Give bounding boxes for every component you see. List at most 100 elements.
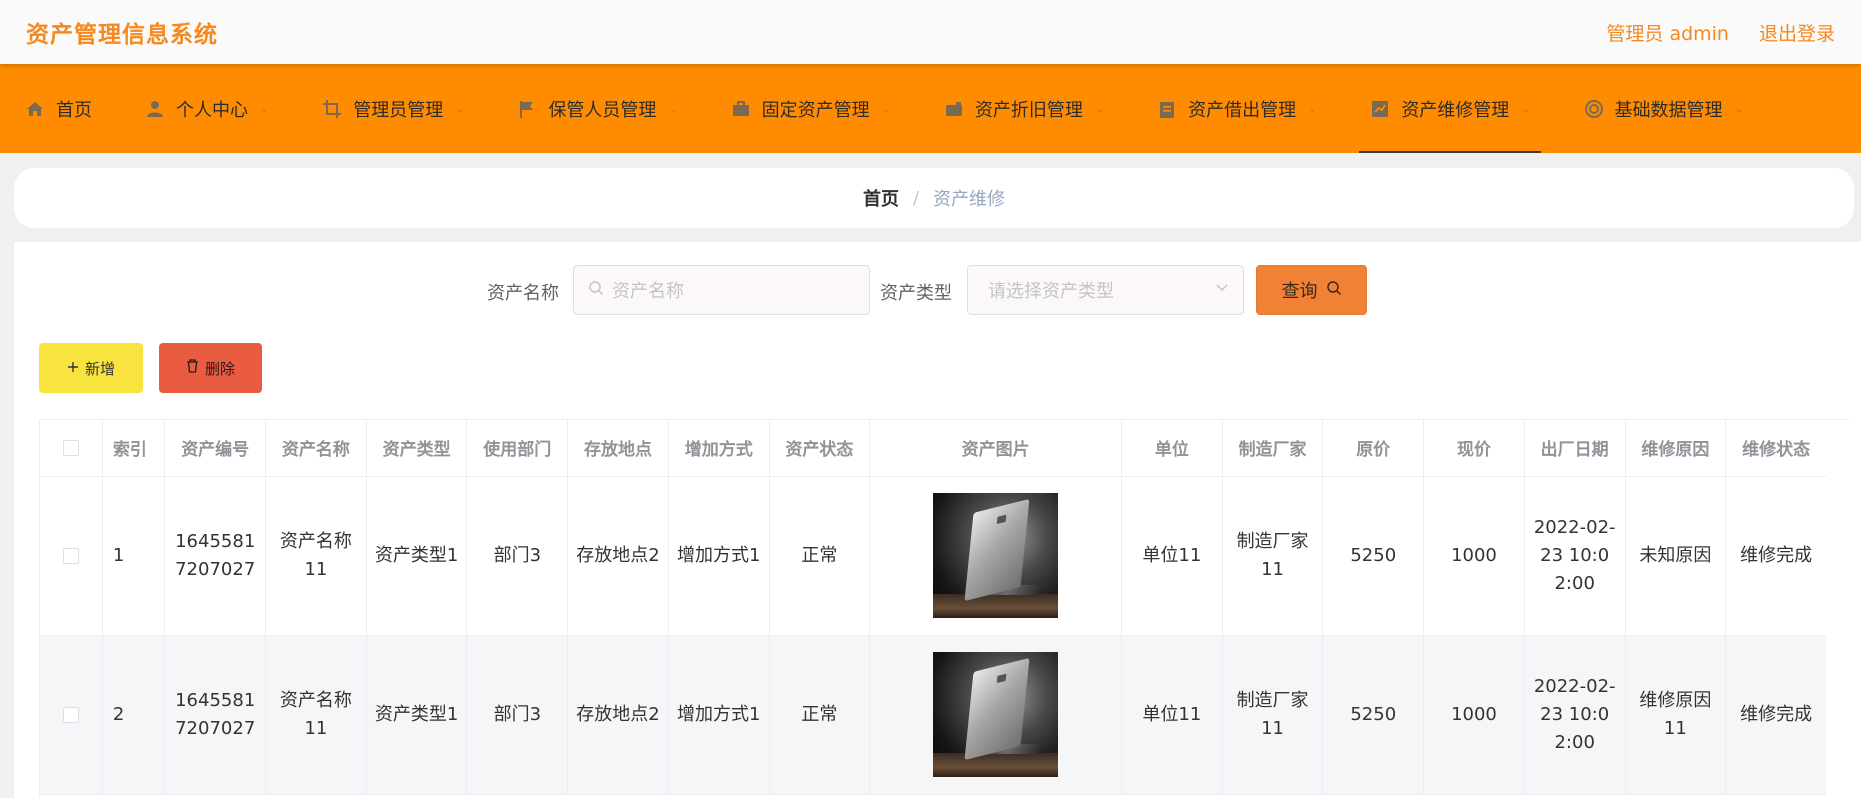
nav-label: 资产借出管理	[1188, 99, 1297, 121]
nav-item-repair-manage[interactable]: 资产维修管理 ⌄	[1359, 64, 1541, 153]
cell-cur-price: 1000	[1423, 476, 1525, 636]
nav-item-admin-manage[interactable]: 管理员管理 ⌄	[311, 64, 474, 153]
nav-label: 首页	[56, 99, 92, 121]
column-header: 索引	[102, 420, 166, 477]
asset-type-placeholder: 请选择资产类型	[988, 281, 1114, 302]
app-title: 资产管理信息系统	[26, 22, 218, 48]
cell-type: 资产类型1	[366, 476, 468, 636]
nav-item-personal-center[interactable]: 个人中心 ⌄	[134, 64, 279, 153]
nav-item-home[interactable]: 首页	[14, 64, 102, 153]
chevron-down-icon: ⌄	[881, 102, 891, 115]
briefcase-icon	[730, 98, 752, 120]
column-header: 维修状态	[1725, 420, 1827, 477]
chevron-down-icon: ⌄	[455, 102, 465, 115]
nav-item-base-data-manage[interactable]: 基础数据管理 ⌄	[1573, 64, 1754, 153]
home-icon	[24, 98, 46, 120]
nav-label: 资产维修管理	[1401, 99, 1510, 121]
cell-name: 资产名称11	[265, 476, 367, 636]
search-icon	[588, 280, 604, 301]
cell-code: 16455817207027	[164, 476, 267, 636]
logout-link[interactable]: 退出登录	[1759, 19, 1835, 46]
table-row: 2 16455817207027 资产名称11 资产类型1 部门3 存放地点2 …	[40, 635, 1827, 795]
delete-button[interactable]: 删除	[159, 343, 262, 393]
chart-icon	[1369, 98, 1391, 120]
crop-icon	[321, 98, 343, 120]
cell-index: 2	[102, 635, 166, 795]
query-label: 查询	[1281, 281, 1318, 302]
nav-item-depreciation-manage[interactable]: 资产折旧管理 ⌄	[933, 64, 1114, 153]
column-header: 资产图片	[869, 420, 1123, 477]
query-button[interactable]: 查询	[1256, 265, 1367, 315]
add-button[interactable]: 新增	[39, 343, 143, 393]
column-header: 增加方式	[668, 420, 770, 477]
cell-date: 2022-02-23 10:02:00	[1524, 635, 1626, 795]
cell-code: 16455817207027	[164, 635, 267, 795]
circle-icon	[1583, 98, 1605, 120]
chevron-down-icon	[1215, 279, 1229, 298]
chevron-down-icon: ⌄	[1734, 102, 1744, 115]
flag-icon	[516, 98, 538, 120]
nav-label: 管理员管理	[353, 99, 444, 121]
row-checkbox[interactable]	[62, 547, 79, 564]
nav-item-lending-manage[interactable]: 资产借出管理 ⌄	[1146, 64, 1327, 153]
search-form: 资产名称 资产名称 资产类型 请选择资产类型 查询	[14, 265, 1861, 315]
column-header: 制造厂家	[1222, 420, 1324, 477]
asset-type-label: 资产类型	[880, 283, 952, 304]
cell-image	[869, 476, 1123, 636]
cell-type: 资产类型1	[366, 635, 468, 795]
cell-status: 正常	[769, 476, 871, 636]
breadcrumb-current: 资产维修	[933, 189, 1006, 210]
cell-repair-status: 维修完成	[1725, 635, 1827, 795]
cell-repair-status: 维修完成	[1725, 476, 1827, 636]
nav-item-fixed-asset-manage[interactable]: 固定资产管理 ⌄	[720, 64, 901, 153]
plus-icon	[67, 359, 79, 377]
cell-location: 存放地点2	[567, 476, 669, 636]
asset-type-select[interactable]: 请选择资产类型	[967, 265, 1244, 315]
cell-index: 1	[102, 476, 166, 636]
column-header: 资产编号	[164, 420, 267, 477]
column-header: 出厂日期	[1524, 420, 1626, 477]
column-header: 原价	[1322, 420, 1425, 477]
column-header: 使用部门	[466, 420, 569, 477]
cell-status: 正常	[769, 635, 871, 795]
cell-add-method: 增加方式1	[668, 635, 770, 795]
nav-label: 保管人员管理	[548, 99, 657, 121]
cell-reason: 未知原因	[1625, 476, 1727, 636]
add-label: 新增	[84, 359, 115, 378]
breadcrumb: 首页 / 资产维修	[14, 168, 1854, 228]
cell-maker: 制造厂家11	[1222, 476, 1324, 636]
cell-unit: 单位11	[1121, 476, 1223, 636]
chevron-down-icon: ⌄	[1094, 102, 1105, 115]
chevron-down-icon: ⌄	[668, 102, 678, 115]
row-select-cell[interactable]	[40, 635, 103, 795]
asset-name-label: 资产名称	[487, 283, 559, 304]
wallet-icon	[943, 98, 965, 120]
user-icon	[144, 98, 166, 120]
cell-unit: 单位11	[1121, 635, 1223, 795]
column-header: 资产名称	[265, 420, 367, 477]
cell-maker: 制造厂家11	[1222, 635, 1324, 795]
cell-dept: 部门3	[466, 635, 569, 795]
data-table: 索引 资产编号 资产名称 资产类型 使用部门 存放地点 增加方式 资产状态 资产…	[39, 419, 1849, 798]
cell-date: 2022-02-23 10:02:00	[1524, 476, 1626, 636]
cell-orig-price: 5250	[1322, 476, 1425, 636]
cell-dept: 部门3	[466, 476, 569, 636]
search-icon	[1326, 280, 1342, 301]
asset-image[interactable]	[933, 493, 1059, 618]
breadcrumb-home[interactable]: 首页	[863, 185, 899, 211]
select-all-checkbox[interactable]	[62, 439, 79, 456]
column-header: 维修原因	[1625, 420, 1727, 477]
nav-label: 个人中心	[176, 99, 248, 121]
breadcrumb-separator: /	[912, 187, 920, 209]
select-all-cell[interactable]	[40, 420, 103, 477]
row-checkbox[interactable]	[62, 706, 79, 723]
row-select-cell[interactable]	[40, 476, 103, 636]
delete-label: 删除	[204, 359, 235, 378]
asset-name-input[interactable]: 资产名称	[573, 265, 870, 315]
asset-image[interactable]	[933, 652, 1059, 777]
nav-label: 固定资产管理	[761, 99, 870, 121]
column-header: 单位	[1121, 420, 1223, 477]
user-name-link[interactable]: 管理员 admin	[1606, 19, 1729, 46]
nav-item-keeper-manage[interactable]: 保管人员管理 ⌄	[506, 64, 687, 153]
cell-name: 资产名称11	[265, 635, 367, 795]
